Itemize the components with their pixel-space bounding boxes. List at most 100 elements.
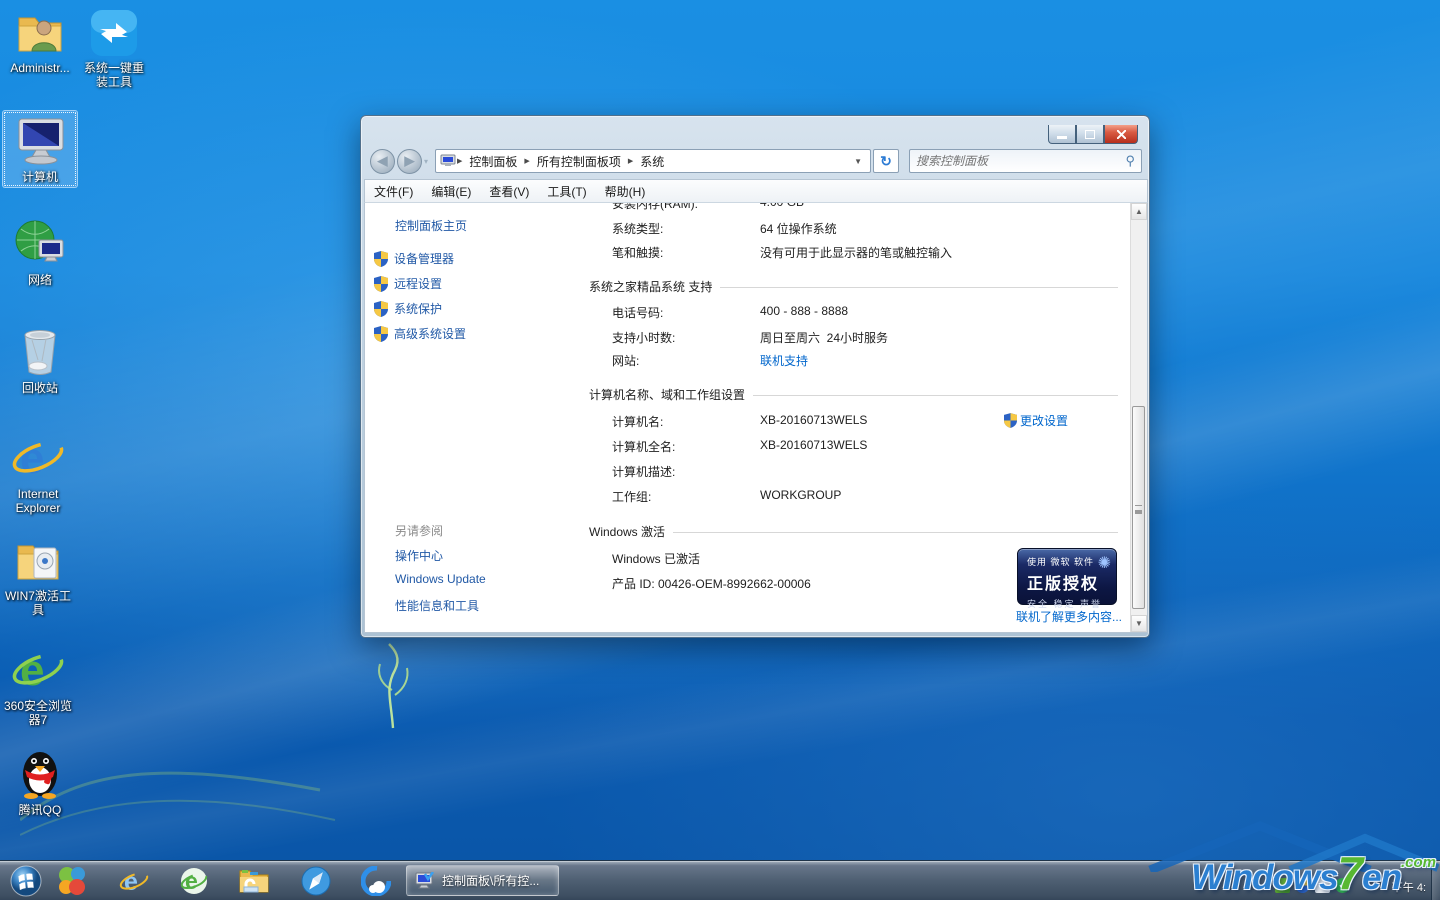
start-button[interactable] xyxy=(6,863,46,899)
address-dropdown-icon[interactable]: ▼ xyxy=(850,157,866,166)
taskbar-icon-compass-browser[interactable] xyxy=(296,863,336,899)
menu-edit[interactable]: 编辑(E) xyxy=(422,183,480,200)
product-id: 产品 ID: 00426-OEM-8992662-00006 xyxy=(565,575,811,592)
taskbar-clock[interactable]: 下午 4: xyxy=(1392,881,1426,896)
taskbar-icon-internet-explorer[interactable]: e xyxy=(114,863,154,899)
recent-pages-dropdown-icon[interactable]: ▾ xyxy=(424,157,428,166)
info-label: 系统类型: xyxy=(565,220,760,237)
info-value: XB-20160713WELS xyxy=(760,413,867,427)
icon-label: 腾讯QQ xyxy=(2,803,78,817)
svg-text:e: e xyxy=(124,868,138,896)
search-input[interactable] xyxy=(916,154,1125,168)
forward-button[interactable]: ▶ xyxy=(397,149,422,174)
desktop-icon-system-reinstall-tool[interactable]: 系统一键重装工具 xyxy=(76,6,152,89)
system-info-pane: 安装内存(RAM): 4.00 GB 系统类型: 64 位操作系统 笔和触摸: … xyxy=(565,203,1130,632)
see-also-header: 另请参阅 xyxy=(395,522,443,539)
sidebar-item-system-protection[interactable]: 系统保护 xyxy=(374,300,442,317)
info-row-full-computer-name: 计算机全名: XB-20160713WELS xyxy=(565,438,1130,455)
sidebar-item-windows-update[interactable]: Windows Update xyxy=(395,572,486,586)
breadcrumb-separator-icon: ▶ xyxy=(627,157,634,165)
uac-shield-icon xyxy=(374,301,388,317)
learn-more-online-link[interactable]: 联机了解更多内容... xyxy=(1016,608,1122,625)
close-button[interactable] xyxy=(1104,125,1138,144)
info-value: 4.00 GB xyxy=(760,203,804,209)
taskbar: e e xyxy=(0,860,1440,900)
desktop-icon-network[interactable]: 网络 xyxy=(2,218,78,287)
tray-icon-white-app[interactable] xyxy=(1315,878,1330,893)
breadcrumb-all-items[interactable]: 所有控制面板项 xyxy=(531,153,627,170)
change-settings-link[interactable]: 更改设置 xyxy=(1020,412,1068,429)
breadcrumb-system[interactable]: 系统 xyxy=(634,153,670,170)
breadcrumb-separator-icon: ▶ xyxy=(523,157,530,165)
sidebar-item-advanced-system-settings[interactable]: 高级系统设置 xyxy=(374,325,466,342)
breadcrumb-control-panel[interactable]: 控制面板 xyxy=(463,153,523,170)
sidebar-item-action-center[interactable]: 操作中心 xyxy=(395,547,443,564)
search-box[interactable]: ⚲ xyxy=(909,149,1142,173)
control-panel-window-icon xyxy=(415,872,435,890)
tray-icon-green-app[interactable] xyxy=(1275,878,1290,893)
taskbar-icon-360-browser[interactable]: e xyxy=(174,863,214,899)
sidebar-item-remote-settings[interactable]: 远程设置 xyxy=(374,275,442,292)
info-label: 电话号码: xyxy=(565,304,760,321)
desktop-icon-360-browser[interactable]: e 360安全浏览器7 xyxy=(0,644,76,727)
uac-shield-icon xyxy=(374,251,388,267)
info-value: WORKGROUP xyxy=(760,488,841,502)
address-bar[interactable]: ▶ 控制面板 ▶ 所有控制面板项 ▶ 系统 ▼ xyxy=(435,149,871,173)
change-settings[interactable]: 更改设置 xyxy=(1004,412,1068,429)
section-title: 系统之家精品系统 支持 xyxy=(589,278,712,295)
menu-help[interactable]: 帮助(H) xyxy=(596,183,655,200)
info-label: 网站: xyxy=(565,352,760,369)
taskbar-active-window-button[interactable]: 控制面板\所有控... xyxy=(406,865,559,896)
menu-file[interactable]: 文件(F) xyxy=(365,183,422,200)
desktop-icon-tencent-qq[interactable]: 腾讯QQ xyxy=(2,748,78,817)
section-support: 系统之家精品系统 支持 xyxy=(589,278,1118,295)
section-title: Windows 激活 xyxy=(589,523,665,540)
vertical-scrollbar[interactable]: ▲ ▼ xyxy=(1130,203,1147,632)
genuine-microsoft-badge[interactable]: ✺ 使用 微软 软件 正版授权 安全 稳定 声誉 xyxy=(1017,548,1117,605)
icon-label: Administr... xyxy=(2,61,78,75)
maximize-button[interactable] xyxy=(1076,125,1104,144)
tray-icon-green-check[interactable]: ✓ xyxy=(1335,878,1350,893)
desktop-icon-recycle-bin[interactable]: 回收站 xyxy=(2,326,78,395)
desktop-icon-administrator[interactable]: Administr... xyxy=(2,6,78,75)
taskbar-icon-qq-browser[interactable] xyxy=(356,863,396,899)
desktop-icon-win7-activation-tool[interactable]: WIN7激活工具 xyxy=(0,534,76,617)
taskbar-icon-windows-explorer[interactable] xyxy=(234,863,274,899)
show-desktop-button[interactable] xyxy=(1431,860,1440,900)
scroll-down-arrow[interactable]: ▼ xyxy=(1131,615,1147,632)
svg-text:e: e xyxy=(20,434,44,483)
online-support-link[interactable]: 联机支持 xyxy=(760,352,808,369)
info-row-phone: 电话号码: 400 - 888 - 8888 xyxy=(565,304,1130,321)
info-row-support-hours: 支持小时数: 周日至周六 24小时服务 xyxy=(565,329,1130,346)
tray-icon-security-shield[interactable] xyxy=(1295,878,1310,893)
search-icon: ⚲ xyxy=(1125,153,1135,169)
icon-label-line2: 装工具 xyxy=(96,75,132,89)
scrollbar-thumb[interactable] xyxy=(1132,406,1145,609)
uac-shield-icon xyxy=(374,276,388,292)
scroll-up-arrow[interactable]: ▲ xyxy=(1131,203,1147,220)
desktop-icon-internet-explorer[interactable]: e InternetExplorer xyxy=(0,432,76,515)
uac-shield-icon xyxy=(1004,413,1017,428)
back-button[interactable]: ◀ xyxy=(370,149,395,174)
taskbar-icon-pinwheel-app[interactable] xyxy=(52,863,92,899)
menu-bar: 文件(F) 编辑(E) 查看(V) 工具(T) 帮助(H) xyxy=(364,179,1148,203)
navigation-bar: ◀ ▶ ▾ ▶ 控制面板 ▶ 所有控制面板项 ▶ 系统 ▼ ↻ xyxy=(361,146,1149,176)
sidebar-item-control-panel-home[interactable]: 控制面板主页 xyxy=(395,217,467,234)
sidebar-item-performance-tools[interactable]: 性能信息和工具 xyxy=(395,597,479,614)
genuine-spark-icon: ✺ xyxy=(1098,553,1111,573)
computer-icon xyxy=(3,115,77,167)
badge-line2: 正版授权 xyxy=(1027,570,1109,594)
menu-tools[interactable]: 工具(T) xyxy=(538,183,595,200)
taskbar-button-label: 控制面板\所有控... xyxy=(442,872,539,889)
desktop-icon-computer[interactable]: 计算机 xyxy=(2,110,78,188)
info-label: 支持小时数: xyxy=(565,329,760,346)
sidebar-item-device-manager[interactable]: 设备管理器 xyxy=(374,250,454,267)
info-row-computer-name: 计算机名: XB-20160713WELS 更改设置 xyxy=(565,413,1130,430)
menu-view[interactable]: 查看(V) xyxy=(480,183,538,200)
computer-icon xyxy=(440,154,456,168)
minimize-button[interactable] xyxy=(1048,125,1076,144)
icon-label-line1: 360安全浏览 xyxy=(4,699,72,713)
sidebar-item-label: 远程设置 xyxy=(394,275,442,292)
refresh-button[interactable]: ↻ xyxy=(873,149,899,173)
section-windows-activation: Windows 激活 xyxy=(589,523,1118,540)
